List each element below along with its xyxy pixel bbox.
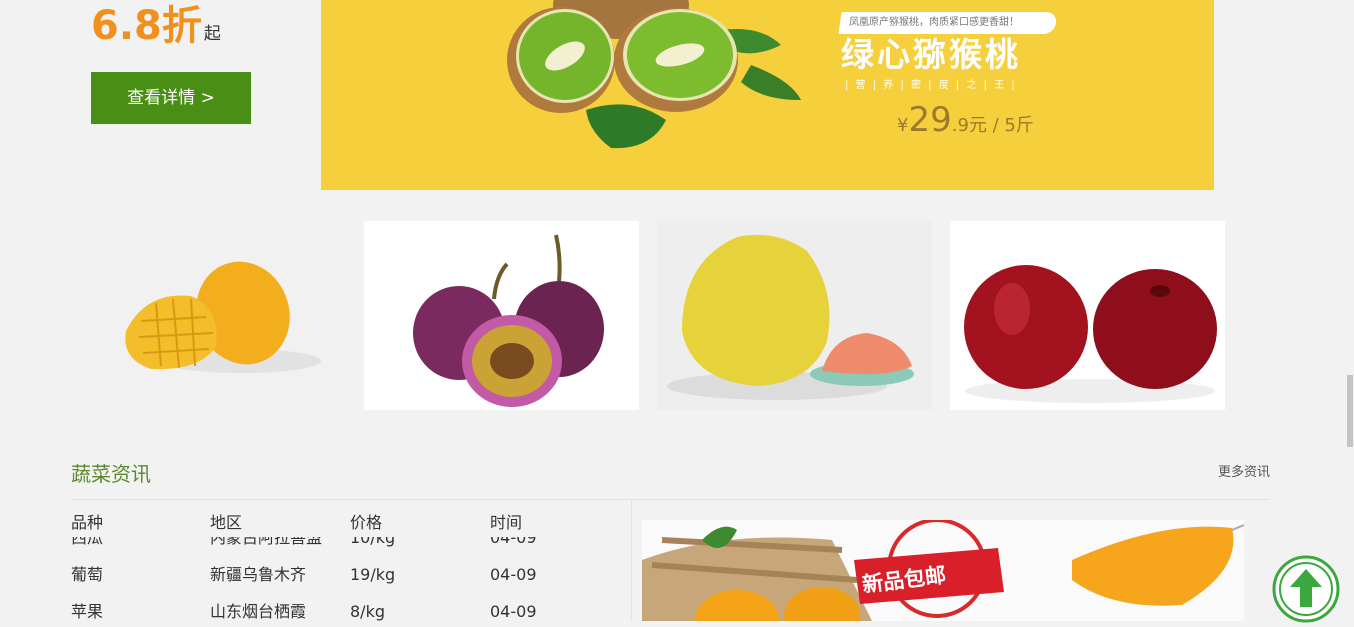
news-table-row[interactable]: 苹果 山东烟台栖霞 8/kg 04-09 [71, 599, 631, 621]
column-header: 时间 [490, 513, 523, 532]
promo-discount-value: 6.8折 [91, 3, 202, 49]
column-header: 价格 [350, 513, 383, 532]
apple-image [950, 221, 1225, 410]
promo-discount-suffix: 起 [203, 24, 221, 44]
news-table-cell: 苹果 [71, 601, 104, 621]
news-table-row[interactable]: 葡萄 新疆乌鲁木齐 19/kg 04-09 [71, 562, 631, 588]
news-table-header: 品种 地区 价格 时间 [71, 510, 631, 537]
page-scrollbar-thumb[interactable] [1347, 375, 1353, 447]
news-table-cell: 04-09 [490, 601, 537, 621]
banner-price: ¥29.9元 / 5斤 [897, 100, 1034, 146]
banner-title: 绿心猕猴桃 [841, 35, 1021, 74]
news-divider [71, 499, 1270, 500]
mango-image [71, 221, 346, 410]
arrow-up-circle-icon [1272, 555, 1340, 623]
back-to-top-button[interactable] [1272, 555, 1340, 623]
promo-discount: 6.8折起 [91, 2, 221, 58]
price-integer: 29 [908, 100, 952, 140]
banner-ribbon-text: 凤凰原产猕猴桃，肉质紧口感更香甜！ [849, 17, 1019, 28]
column-header: 地区 [210, 513, 243, 532]
product-thumb-red-apple[interactable] [950, 221, 1225, 410]
news-column-divider [631, 500, 632, 621]
pomelo-image [657, 221, 932, 410]
news-table-cell: 19/kg [350, 564, 396, 584]
news-price-table[interactable]: 西瓜 内蒙古阿拉善盟 10/kg 04-09 葡萄 新疆乌鲁木齐 19/kg 04-09 苹果山… [71, 510, 631, 621]
price-currency: ¥ [897, 115, 909, 136]
page-scrollbar-track[interactable] [1346, 0, 1354, 621]
view-details-button[interactable]: 查看详情 > [91, 72, 251, 124]
more-news-link[interactable]: 更多资讯 [1218, 463, 1270, 483]
product-thumb-mango[interactable] [71, 221, 346, 410]
news-table-cell: 新疆乌鲁木齐 [210, 564, 307, 584]
product-thumb-pomelo[interactable] [657, 221, 932, 410]
price-rest: .9元 / 5斤 [951, 115, 1034, 136]
kiwi-banner[interactable]: 凤凰原产猕猴桃，肉质紧口感更香甜！ 绿心猕猴桃 | 营 | 养 | 密 | 度 … [321, 0, 1214, 190]
kiwi-illustration [507, 0, 801, 149]
news-promo-image[interactable]: 新品包邮 [642, 520, 1244, 621]
news-table-cell: 8/kg [350, 601, 385, 621]
news-table-cell: 葡萄 [71, 564, 104, 584]
banner-subtitle: | 营 | 养 | 密 | 度 | 之 | 王 | [845, 80, 1017, 91]
passion-fruit-image [364, 221, 639, 410]
news-table-cell: 山东烟台栖霞 [210, 601, 307, 621]
news-section-title: 蔬菜资讯 [71, 462, 151, 486]
news-table-cell: 04-09 [490, 564, 537, 584]
product-thumb-passion-fruit[interactable] [364, 221, 639, 410]
column-header: 品种 [71, 513, 104, 532]
